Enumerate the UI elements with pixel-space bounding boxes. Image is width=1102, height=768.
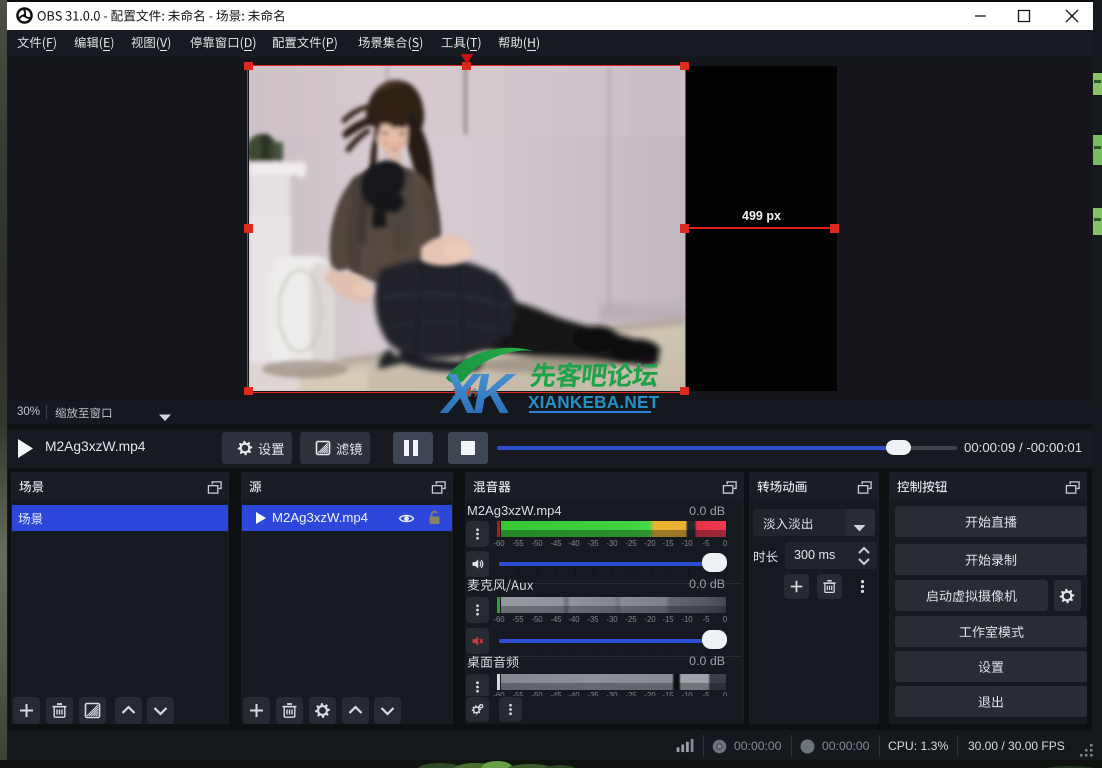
- svg-text:K: K: [473, 361, 516, 421]
